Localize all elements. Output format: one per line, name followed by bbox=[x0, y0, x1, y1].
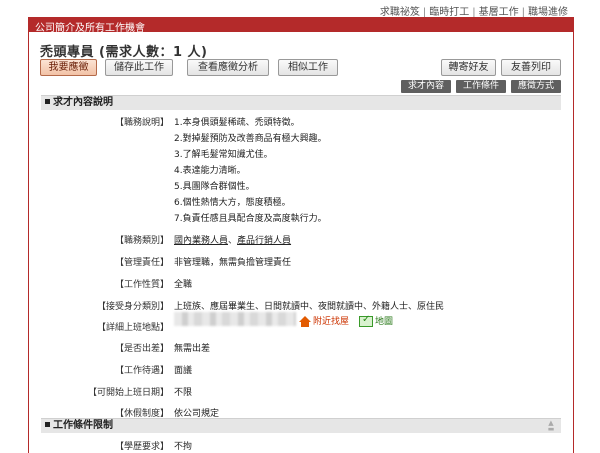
description-line: 5.具團隊合群個性。 bbox=[174, 182, 255, 192]
tab-job-content[interactable]: 求才內容 bbox=[401, 80, 451, 93]
header-bar: 公司簡介及所有工作機會 bbox=[29, 18, 573, 34]
nearby-housing-label: 附近找屋 bbox=[313, 317, 350, 327]
similar-jobs-button[interactable]: 相似工作 bbox=[278, 59, 338, 76]
print-friendly-button[interactable]: 友善列印 bbox=[501, 59, 561, 76]
map-link[interactable]: 地圖 bbox=[359, 314, 393, 327]
description-line: 4.表達能力清晰。 bbox=[174, 166, 246, 176]
salary-label: 【工作待遇】 bbox=[114, 366, 169, 376]
description-line: 2.對掉髮預防及改善商品有極大興趣。 bbox=[174, 134, 327, 144]
nearby-housing-link[interactable]: 附近找屋 bbox=[299, 314, 349, 327]
description-line: 3.了解毛髮常知識尤佳。 bbox=[174, 150, 273, 160]
bullet-square-icon bbox=[45, 98, 50, 104]
top-nav: 求職祕笈 | 臨時打工 | 基層工作 | 職場進修 bbox=[380, 3, 568, 18]
nature-label: 【工作性質】 bbox=[114, 280, 169, 290]
category-separator: 、 bbox=[228, 236, 238, 246]
management-value: 非管理職，無需負擔管理責任 bbox=[174, 258, 292, 268]
category-label: 【職務類別】 bbox=[114, 236, 169, 246]
category-value: 國內業務人員、產品行銷人員 bbox=[174, 233, 291, 246]
management-label: 【管理責任】 bbox=[114, 258, 169, 268]
tab-job-conditions[interactable]: 工作條件 bbox=[456, 80, 506, 93]
section-job-content: 求才內容說明 bbox=[41, 95, 561, 110]
education-label: 【學歷要求】 bbox=[114, 442, 169, 452]
map-icon bbox=[359, 314, 373, 327]
salary-value: 面議 bbox=[174, 366, 193, 376]
save-job-button[interactable]: 儲存此工作 bbox=[105, 59, 173, 76]
start-date-label: 【可開始上班日期】 bbox=[87, 388, 169, 398]
bullet-square-icon bbox=[45, 421, 50, 427]
back-to-top-icon[interactable]: ▲ ▬ bbox=[545, 420, 557, 433]
tab-application-method[interactable]: 應徵方式 bbox=[511, 80, 561, 93]
apply-button[interactable]: 我要應徵 bbox=[40, 59, 97, 76]
job-detail-frame: 公司簡介及所有工作機會 禿頭專員 (需求人數：1 人) 我要應徵 儲存此工作 查… bbox=[28, 17, 574, 453]
category-link-domestic-sales[interactable]: 國內業務人員 bbox=[174, 236, 228, 246]
address-blurred bbox=[174, 312, 296, 326]
description-label: 【職務說明】 bbox=[114, 118, 169, 128]
start-date-value: 不限 bbox=[174, 388, 193, 398]
description-line: 6.個性熱情大方，態度積極。 bbox=[174, 198, 291, 208]
education-value: 不拘 bbox=[174, 442, 193, 452]
job-title: 禿頭專員 (需求人數：1 人) bbox=[40, 45, 208, 60]
description-line: 1.本身俱頭髮稀疏、禿頭特徵。 bbox=[174, 118, 300, 128]
travel-label: 【是否出差】 bbox=[114, 344, 169, 354]
forward-friend-button[interactable]: 轉寄好友 bbox=[441, 59, 496, 76]
travel-value: 無需出差 bbox=[174, 344, 211, 354]
description-line: 7.負責任感且具配合度及高度執行力。 bbox=[174, 214, 327, 224]
nature-value: 全職 bbox=[174, 280, 193, 290]
section-title: 求才內容說明 bbox=[53, 97, 113, 108]
map-label: 地圖 bbox=[375, 317, 394, 327]
category-link-product-marketing[interactable]: 產品行銷人員 bbox=[237, 236, 291, 246]
house-icon bbox=[299, 316, 311, 327]
location-label: 【詳細上班地點】 bbox=[96, 323, 169, 333]
apply-analysis-button[interactable]: 查看應徵分析 bbox=[187, 59, 269, 76]
identity-value: 上班族、應屆畢業生、日間就讀中、夜間就讀中、外籍人士、原住民 bbox=[174, 302, 445, 312]
identity-label: 【接受身分類別】 bbox=[96, 302, 169, 312]
company-profile-link[interactable]: 公司簡介及所有工作機會 bbox=[35, 19, 145, 34]
section-title: 工作條件限制 bbox=[53, 420, 113, 431]
section-job-conditions: 工作條件限制 ▲ ▬ bbox=[41, 418, 561, 433]
